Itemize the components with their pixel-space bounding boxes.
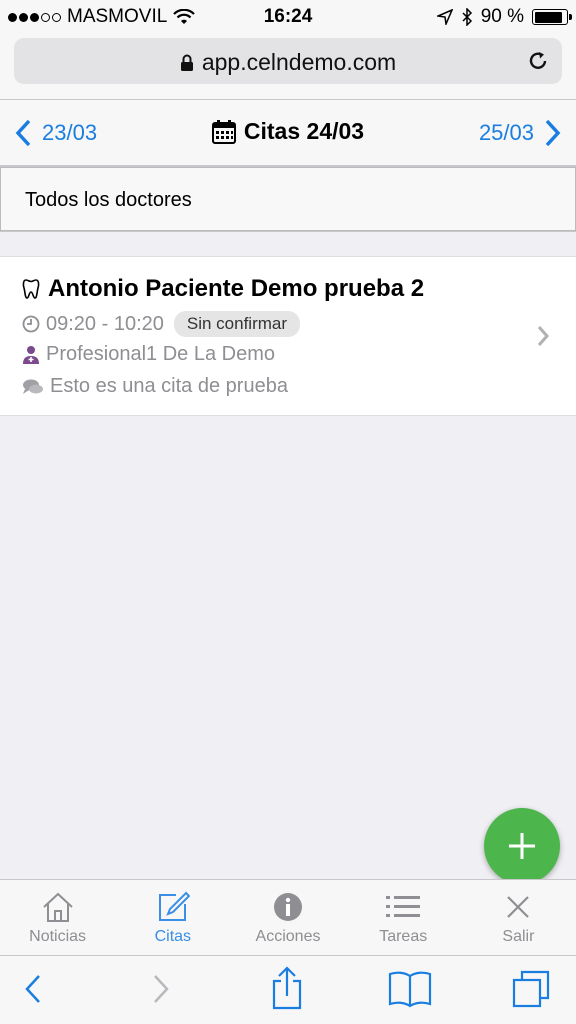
status-right: 90 %	[436, 6, 572, 28]
doctor-select[interactable]: Todos los doctores	[0, 167, 576, 231]
professional-name: Profesional1 De La Demo	[46, 343, 276, 365]
tab-label: Acciones	[255, 928, 321, 945]
battery-icon	[532, 9, 572, 25]
doctor-filter-area: Todos los doctores	[0, 166, 576, 232]
tab-citas[interactable]: Citas	[115, 880, 230, 955]
reload-icon[interactable]	[526, 49, 550, 73]
status-bar: MASMOVIL 16:24 90 %	[0, 0, 576, 34]
tab-label: Citas	[154, 928, 192, 945]
battery-percent: 90 %	[480, 6, 524, 27]
appointment-time-row: 09:20 - 10:20 Sin confirmar	[22, 311, 301, 337]
tab-label: Salir	[502, 928, 535, 945]
location-icon	[436, 9, 453, 25]
tooth-icon	[22, 279, 40, 299]
professional-row: Profesional1 De La Demo	[22, 343, 275, 366]
tab-salir[interactable]: Salir	[461, 880, 576, 955]
home-icon	[42, 892, 73, 922]
tab-label: Tareas	[379, 928, 428, 945]
tab-noticias[interactable]: Noticias	[0, 880, 115, 955]
calendar-icon	[211, 119, 236, 144]
app-tab-bar: Noticias Citas Acciones Tareas Salir	[0, 879, 576, 955]
patient-name: Antonio Paciente Demo prueba 2	[22, 275, 424, 303]
patient-name-text: Antonio Paciente Demo prueba 2	[48, 275, 425, 302]
tab-tareas[interactable]: Tareas	[346, 880, 461, 955]
url-text: app.celndemo.com	[201, 49, 397, 75]
next-day-label: 25/03	[478, 120, 534, 145]
date-navigation: 23/03 Citas 24/03 25/03	[0, 100, 576, 166]
browser-toolbar	[0, 955, 576, 1024]
tab-label: Noticias	[29, 928, 87, 945]
note-row: Esto es una cita de prueba	[22, 375, 288, 398]
chevron-right-icon	[545, 119, 561, 147]
lock-icon	[180, 54, 193, 71]
info-icon	[274, 893, 302, 921]
plus-icon	[509, 833, 535, 859]
chevron-right-icon	[537, 326, 550, 346]
clock-icon	[22, 315, 40, 333]
appointment-time: 09:20 - 10:20	[46, 312, 164, 335]
appointment-note: Esto es una cita de prueba	[50, 375, 288, 397]
status-badge: Sin confirmar	[173, 311, 301, 337]
next-day-button[interactable]: 25/03	[479, 118, 562, 148]
list-icon	[386, 896, 421, 917]
share-icon[interactable]	[270, 966, 304, 1010]
appointment-item[interactable]: Antonio Paciente Demo prueba 2 09:20 - 1…	[0, 256, 576, 416]
doctor-icon	[23, 345, 39, 364]
tab-acciones[interactable]: Acciones	[230, 880, 345, 955]
bluetooth-icon	[462, 8, 472, 26]
tabs-icon[interactable]	[510, 968, 554, 1010]
bookmarks-icon[interactable]	[388, 970, 432, 1008]
close-icon	[507, 896, 530, 918]
browser-address-area: app.celndemo.com	[0, 34, 576, 100]
forward-icon[interactable]	[150, 972, 172, 1006]
page-title-text: Citas 24/03	[243, 118, 365, 144]
edit-icon	[158, 891, 190, 921]
address-bar[interactable]: app.celndemo.com	[14, 38, 562, 84]
back-icon[interactable]	[22, 972, 44, 1006]
comments-icon	[23, 379, 43, 394]
add-appointment-button[interactable]	[484, 808, 560, 884]
